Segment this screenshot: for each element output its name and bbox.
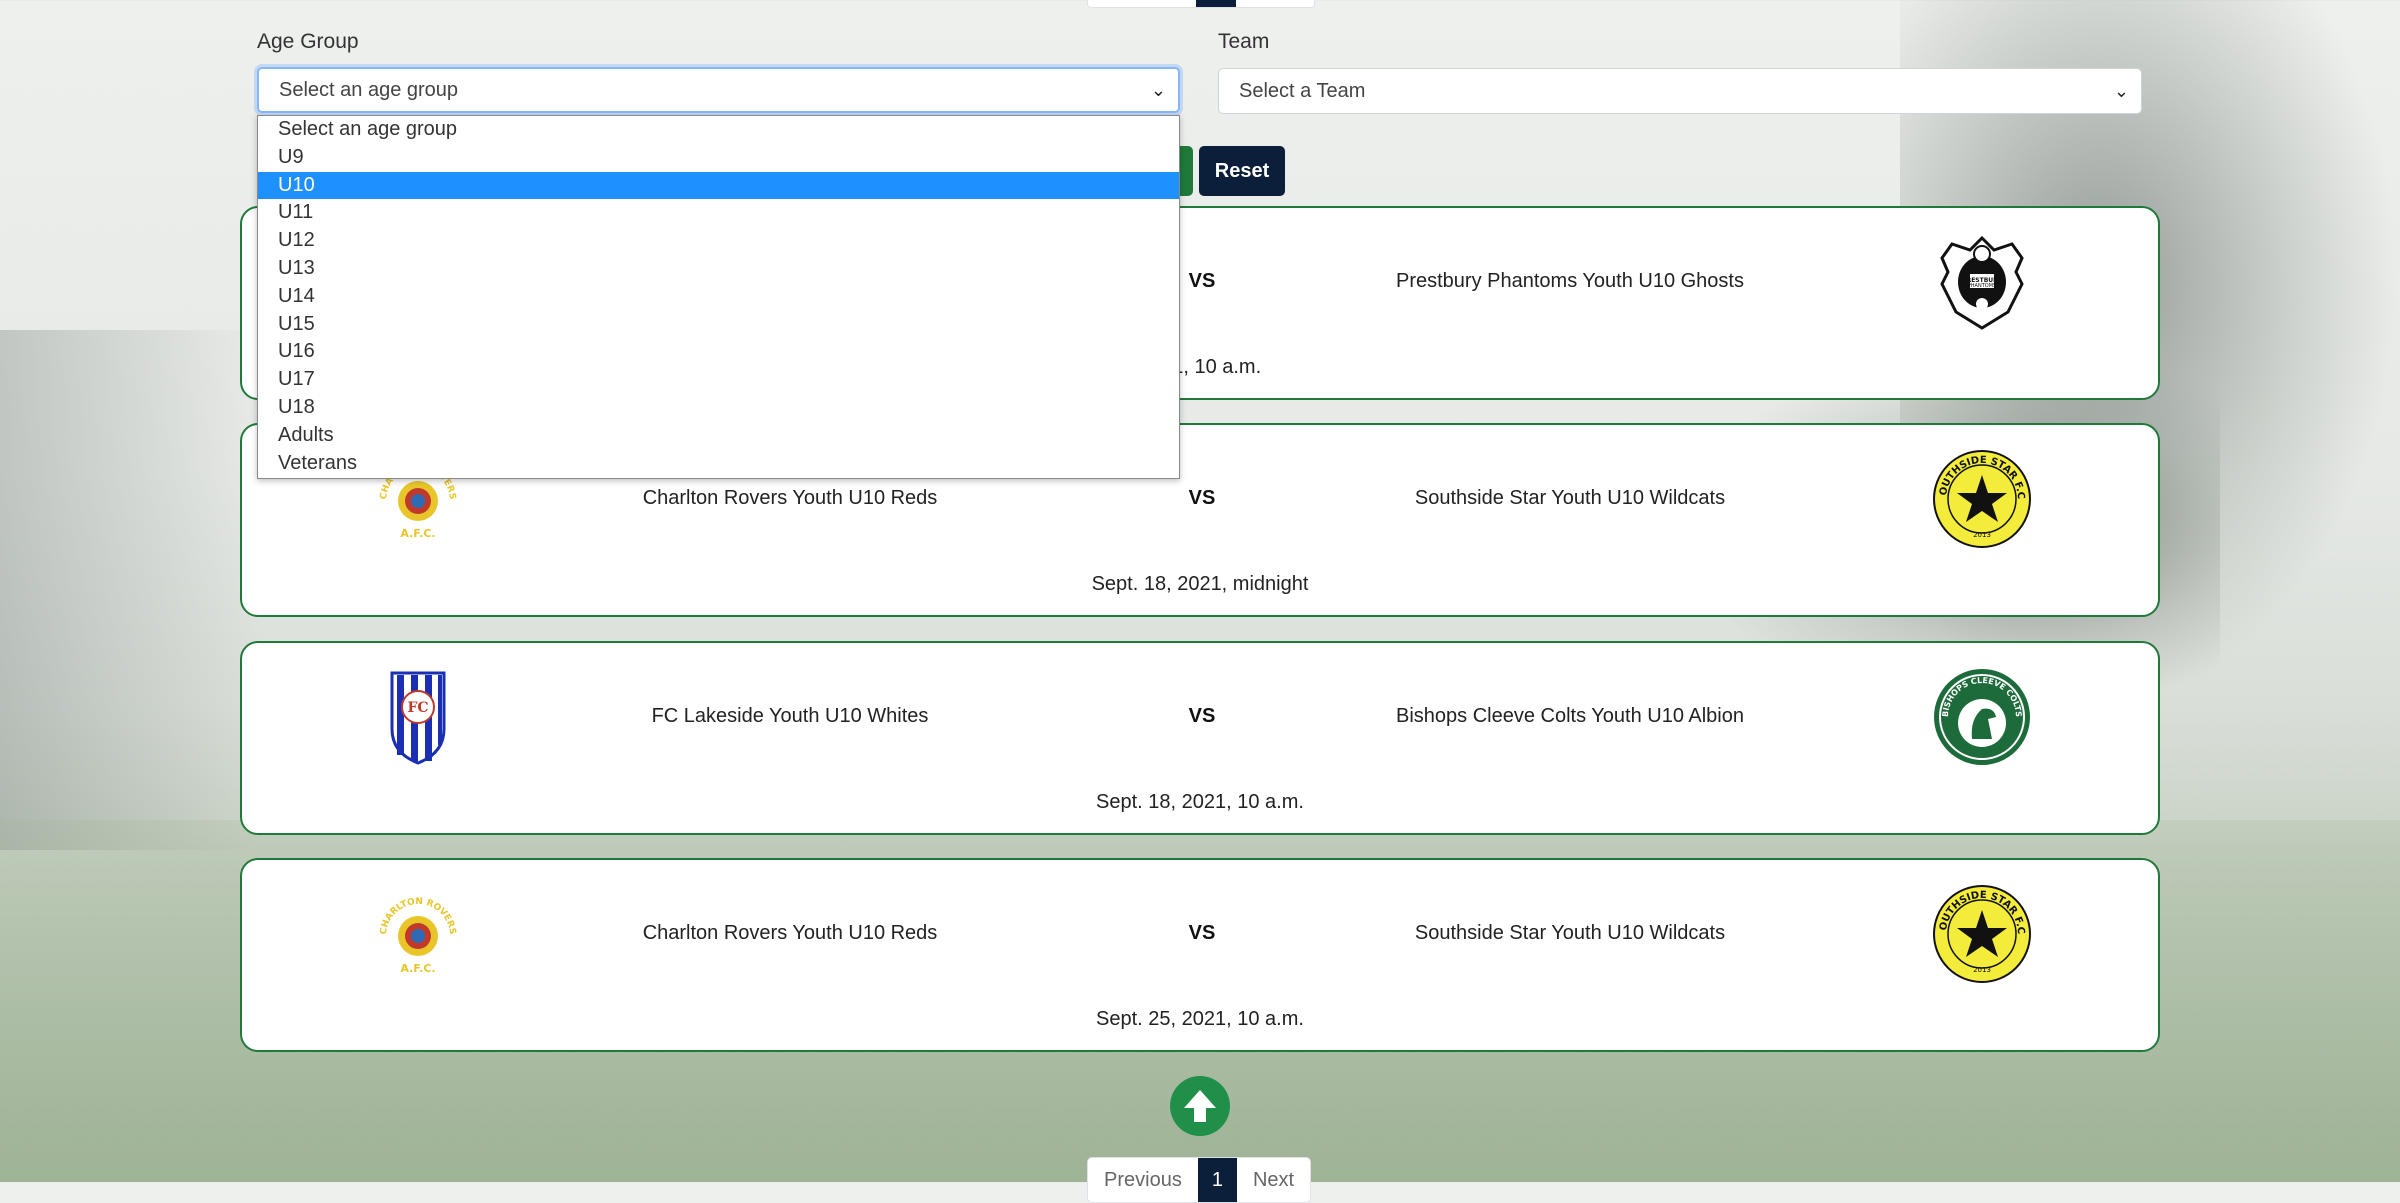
age-group-option[interactable]: Veterans [258, 450, 1179, 478]
reset-button[interactable]: Reset [1199, 146, 1285, 196]
away-team-name: Bishops Cleeve Colts Youth U10 Albion [1395, 705, 1744, 727]
match-date: Sept. 25, 2021, 10 a.m. [1096, 1008, 1304, 1030]
scroll-to-top-button[interactable] [1170, 1076, 1230, 1136]
age-group-option[interactable]: U9 [258, 144, 1179, 172]
team-label: Team [1218, 30, 1270, 53]
age-group-option[interactable]: Adults [258, 422, 1179, 450]
arrow-up-icon [1184, 1090, 1216, 1122]
age-group-select-value: Select an age group [279, 79, 459, 101]
team-select[interactable]: Select a Team ⌄ [1218, 68, 2142, 114]
pagination: Previous 1 Next [1087, 1157, 1312, 1203]
prestbury-phantoms-logo: PRESTBURY PHANTOMS [1940, 235, 2024, 330]
chevron-down-icon: ⌄ [2113, 81, 2129, 101]
svg-text:2013: 2013 [1973, 966, 1991, 974]
home-team-name: Charlton Rovers Youth U10 Reds [642, 922, 938, 944]
age-group-option-highlighted[interactable]: U10 [258, 171, 1179, 200]
chevron-down-icon: ⌄ [1150, 80, 1166, 100]
background-left-figure [0, 330, 260, 850]
age-group-option[interactable]: U11 [258, 199, 1179, 227]
fixture-card: CHARLTON ROVERS A.F.C. Charlton Rovers Y… [240, 858, 2160, 1052]
away-team-name: Prestbury Phantoms Youth U10 Ghosts [1396, 270, 1744, 292]
current-page-number[interactable]: 1 [1197, 1158, 1237, 1202]
svg-text:PHANTOMS: PHANTOMS [1968, 283, 1996, 289]
team-select-value: Select a Team [1239, 80, 1366, 102]
home-team-name: FC Lakeside Youth U10 Whites [651, 705, 929, 727]
home-team-name: Charlton Rovers Youth U10 Reds [642, 487, 938, 509]
bishops-cleeve-colts-logo: BISHOPS CLEEVE COLTS [1934, 669, 2030, 765]
top-pagination-fragment [1087, 0, 1315, 8]
next-page-link[interactable]: Next [1237, 1158, 1310, 1202]
previous-page-link[interactable]: Previous [1088, 1158, 1198, 1202]
age-group-option[interactable]: U13 [258, 255, 1179, 283]
versus-label: VS [1188, 487, 1216, 509]
match-date: Sept. 18, 2021, 10 a.m. [1096, 791, 1304, 813]
charlton-rovers-logo: CHARLTON ROVERS A.F.C. [379, 897, 457, 975]
age-group-dropdown-list[interactable]: Select an age group U9 U10 U11 U12 U13 U… [257, 115, 1180, 479]
age-group-select[interactable]: Select an age group ⌄ [257, 67, 1180, 113]
age-group-option[interactable]: Select an age group [258, 116, 1179, 144]
southside-star-logo: SOUTHSIDE STAR F.C. 2013 [1932, 449, 2031, 548]
age-group-label: Age Group [257, 30, 359, 53]
age-group-option[interactable]: U18 [258, 394, 1179, 422]
age-group-option[interactable]: U14 [258, 283, 1179, 311]
fixture-card: FC FC Lakeside Youth U10 Whites VS Bisho… [240, 641, 2160, 835]
svg-text:A.F.C.: A.F.C. [400, 962, 435, 975]
away-team-name: Southside Star Youth U10 Wildcats [1414, 922, 1726, 944]
svg-text:2013: 2013 [1973, 531, 1991, 539]
svg-text:FC: FC [407, 700, 428, 716]
svg-text:A.F.C.: A.F.C. [400, 527, 435, 540]
age-group-option[interactable]: U16 [258, 338, 1179, 366]
away-team-name: Southside Star Youth U10 Wildcats [1414, 487, 1726, 509]
age-group-option[interactable]: U17 [258, 366, 1179, 394]
age-group-option[interactable]: U12 [258, 227, 1179, 255]
match-date: Sept. 18, 2021, midnight [1091, 573, 1309, 595]
southside-star-logo: SOUTHSIDE STAR F.C. 2013 [1932, 884, 2031, 983]
age-group-option[interactable]: U15 [258, 311, 1179, 339]
fc-lakeside-logo: FC [390, 671, 446, 765]
versus-label: VS [1188, 705, 1216, 727]
versus-label: VS [1188, 922, 1216, 944]
